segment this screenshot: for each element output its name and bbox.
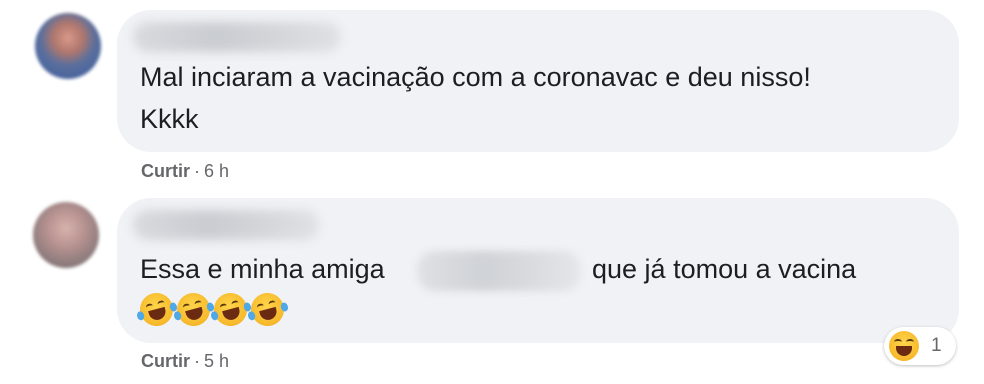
avatar[interactable] <box>35 13 101 79</box>
comment-text: Essa e minha amiga <box>140 254 385 284</box>
rolling-laughing-emoji-icon <box>136 289 178 330</box>
rolling-laughing-emoji-icon <box>210 289 252 330</box>
comment-text: que já tomou a vacina <box>592 254 857 284</box>
mentioned-name-blurred[interactable] <box>417 251 581 291</box>
avatar[interactable] <box>33 202 99 268</box>
haha-reaction-icon <box>889 331 919 361</box>
like-button[interactable]: Curtir <box>141 351 190 371</box>
reaction-count: 1 <box>931 335 942 356</box>
timestamp[interactable]: 5 h <box>204 351 229 371</box>
commenter-name-blurred[interactable] <box>133 22 341 52</box>
separator: · <box>194 351 200 371</box>
timestamp[interactable]: 6 h <box>204 161 229 181</box>
comment-text: Mal inciaram a vacinação com a coronavac… <box>140 62 811 92</box>
comment-actions: Curtir · 6 h <box>141 161 229 182</box>
like-button[interactable]: Curtir <box>141 161 190 181</box>
reaction-summary[interactable]: 1 <box>884 327 956 365</box>
emoji-row <box>136 289 289 330</box>
rolling-laughing-emoji-icon <box>173 289 215 330</box>
comment-text: Kkkk <box>140 104 199 134</box>
commenter-name-blurred[interactable] <box>133 210 319 240</box>
comment-actions: Curtir · 5 h <box>141 351 229 372</box>
rolling-laughing-emoji-icon <box>247 289 289 330</box>
separator: · <box>194 161 200 181</box>
